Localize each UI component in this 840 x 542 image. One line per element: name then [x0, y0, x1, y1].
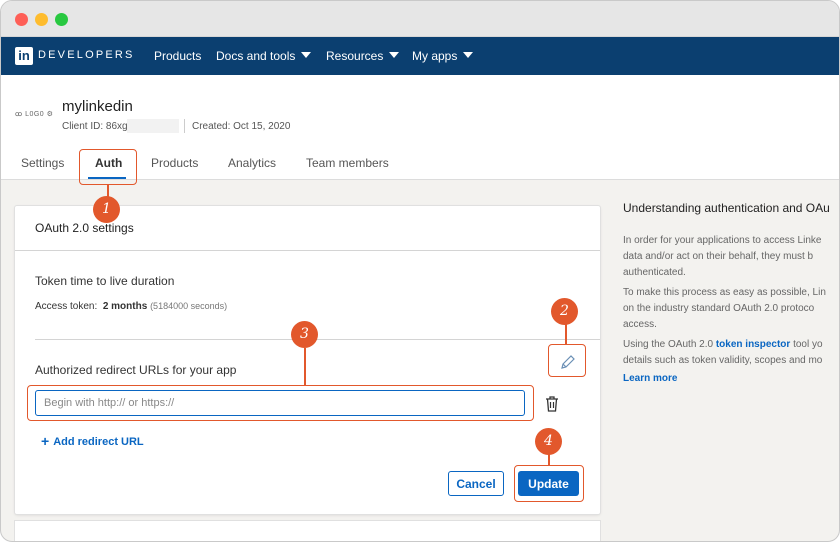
access-token-seconds: (5184000 seconds): [150, 301, 228, 311]
caret-down-icon: [463, 52, 474, 58]
close-window-button[interactable]: [15, 13, 28, 26]
nav-label: Products: [154, 49, 202, 63]
client-id-redaction: [127, 119, 179, 133]
annotation-connector: [548, 454, 550, 465]
secondary-card: [15, 521, 600, 541]
oauth-settings-card: OAuth 2.0 settings Token time to live du…: [15, 206, 600, 514]
sidebar-line: authenticated.: [623, 267, 686, 278]
token-inspector-link[interactable]: token inspector: [716, 339, 790, 350]
created-date: Created: Oct 15, 2020: [192, 121, 291, 132]
sidebar-paragraph: In order for your applications to access…: [623, 233, 839, 281]
app-name: mylinkedin: [62, 98, 133, 115]
highlight-redirect-input: [27, 385, 534, 421]
client-id: Client ID: 86xg: [62, 121, 128, 132]
linkedin-logo-icon[interactable]: in: [15, 47, 33, 65]
meta-divider: [184, 119, 185, 133]
tab-team-members[interactable]: Team members: [306, 156, 389, 170]
annotation-marker-1: 1: [93, 196, 120, 223]
annotation-marker-2: 2: [551, 298, 578, 325]
app-logo: ꝏ L0G0 ⚙: [15, 111, 54, 118]
redirect-urls-title: Authorized redirect URLs for your app: [35, 363, 237, 377]
sidebar-line: In order for your applications to access…: [623, 235, 822, 246]
tab-settings[interactable]: Settings: [21, 156, 64, 170]
nav-item-docs-and-tools[interactable]: Docs and tools: [216, 49, 312, 63]
add-redirect-label: Add redirect URL: [53, 436, 144, 448]
nav-item-my-apps[interactable]: My apps: [412, 49, 474, 63]
nav-label: My apps: [412, 49, 458, 63]
annotation-marker-3: 3: [291, 321, 318, 348]
nav-label: Resources: [326, 49, 384, 63]
tab-analytics[interactable]: Analytics: [228, 156, 276, 170]
title-bar: [1, 1, 839, 37]
sidebar-line: To make this process as easy as possible…: [623, 287, 826, 298]
highlight-update-button: [514, 465, 584, 502]
sidebar-text: tool yo: [790, 339, 823, 350]
annotation-connector: [304, 348, 306, 385]
sidebar-line: data and/or act on their behalf, they mu…: [623, 251, 814, 262]
minimize-window-button[interactable]: [35, 13, 48, 26]
divider: [15, 250, 600, 251]
maximize-window-button[interactable]: [55, 13, 68, 26]
sidebar-line: access.: [623, 319, 657, 330]
sidebar-text: Using the OAuth 2.0: [623, 339, 716, 350]
cancel-button[interactable]: Cancel: [448, 471, 504, 496]
learn-more-link[interactable]: Learn more: [623, 373, 839, 384]
access-token-info: Access token: 2 months (5184000 seconds): [35, 301, 227, 312]
divider: [35, 339, 600, 340]
sidebar-paragraph: To make this process as easy as possible…: [623, 285, 839, 333]
nav-item-resources[interactable]: Resources: [326, 49, 400, 63]
sidebar-line: on the industry standard OAuth 2.0 proto…: [623, 303, 815, 314]
top-navbar: in DEVELOPERS Products Docs and tools Re…: [1, 37, 839, 75]
nav-item-products[interactable]: Products: [154, 49, 201, 63]
sidebar-paragraph: Using the OAuth 2.0 token inspector tool…: [623, 337, 839, 369]
tab-products[interactable]: Products: [151, 156, 198, 170]
sidebar-line: details such as token validity, scopes a…: [623, 355, 823, 366]
trash-icon[interactable]: [545, 396, 559, 417]
nav-label: Docs and tools: [216, 49, 296, 63]
access-token-value: 2 months: [102, 301, 148, 312]
annotation-marker-4: 4: [535, 428, 562, 455]
highlight-auth-tab: [79, 149, 137, 185]
caret-down-icon: [389, 52, 400, 58]
highlight-edit-icon: [548, 344, 586, 377]
token-ttl-title: Token time to live duration: [35, 274, 175, 288]
caret-down-icon: [301, 52, 312, 58]
browser-window: in DEVELOPERS Products Docs and tools Re…: [0, 0, 840, 542]
card-title: OAuth 2.0 settings: [35, 221, 134, 235]
brand-label[interactable]: DEVELOPERS: [38, 49, 135, 61]
access-token-label: Access token:: [35, 301, 98, 312]
add-redirect-url-button[interactable]: + Add redirect URL: [41, 433, 144, 449]
plus-icon: +: [41, 433, 50, 449]
sidebar-title: Understanding authentication and OAu: [623, 201, 830, 215]
annotation-connector: [565, 323, 567, 344]
help-sidebar: Understanding authentication and OAu In …: [623, 201, 839, 384]
